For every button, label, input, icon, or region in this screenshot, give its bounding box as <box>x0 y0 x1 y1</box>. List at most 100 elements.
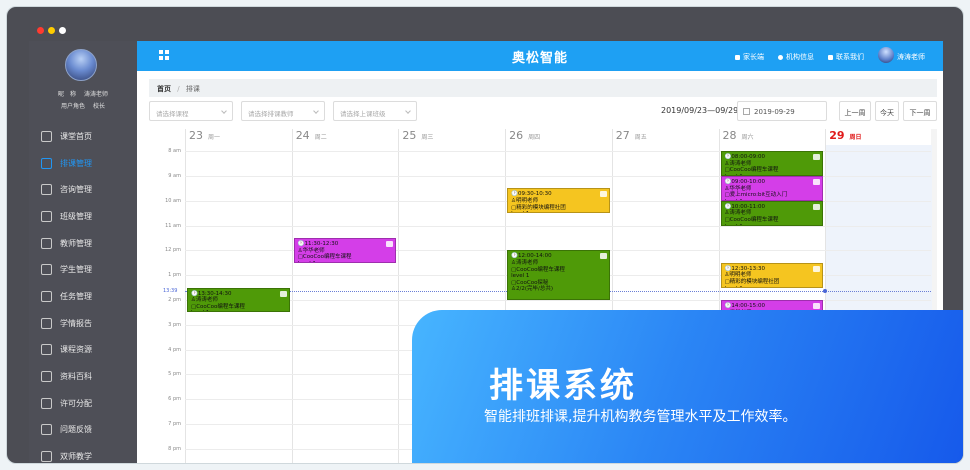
sidebar-item-8[interactable]: 课程资源 <box>29 337 137 364</box>
prev-week-button[interactable]: 上一周 <box>839 101 871 121</box>
course-event[interactable]: 🕑10:00-11:00♙涛涛老师▢CooCoo编程车课程level 1 <box>720 200 824 226</box>
parent-link-label: 家长端 <box>743 53 764 61</box>
user-menu[interactable]: 涛涛老师 <box>878 47 925 63</box>
course-event[interactable]: 🕑08:00-09:00♙涛涛老师▢CooCoo编程车课程level 1 <box>720 151 824 176</box>
sidebar-item-label: 问题反馈 <box>60 425 92 435</box>
sidebar-item-label: 学生管理 <box>60 265 92 275</box>
course-event[interactable]: 🕑12:30-13:30♙明明老师▢精彩的模块编程社团level 1 <box>720 262 824 288</box>
day-header: 29 周日 <box>825 129 932 145</box>
course-event[interactable]: 🕑12:00-14:00 ♙涛涛老师 ▢CooCoo编程车课程 level 1 ▢Coo… <box>507 250 610 300</box>
sidebar-item-label: 排课管理 <box>60 158 92 168</box>
event-line: level 1 <box>725 286 820 287</box>
parent-icon <box>735 54 740 60</box>
event-line: level 1 <box>511 211 606 212</box>
weekday-label: 周六 <box>741 134 754 141</box>
day-number: 28 <box>722 129 737 142</box>
sidebar-item-7[interactable]: 学情报告 <box>29 310 137 337</box>
next-week-button[interactable]: 下一周 <box>903 101 937 121</box>
org-info-link[interactable]: 机构信息 <box>778 52 814 62</box>
event-line: 🕑09:30-10:30 <box>511 191 552 198</box>
event-line: level 1 <box>298 261 393 262</box>
time-label: 5 pm <box>168 371 181 378</box>
breadcrumb-separator: / <box>177 85 180 93</box>
day-number: 26 <box>509 129 524 142</box>
user-avatar-small <box>878 47 894 63</box>
event-tag-icon <box>386 241 394 247</box>
promo-banner: 排课系统 智能排班排课,提升机构教务管理水平及工作效率。 <box>412 310 963 463</box>
sidebar-item-label: 课堂首页 <box>60 131 92 141</box>
time-label: 8 pm <box>168 445 181 452</box>
minimize-dot[interactable] <box>48 27 55 34</box>
event-line: ▢CooCoo编程车课程 <box>511 266 565 273</box>
event-line: 🕑08:00-09:00 <box>724 154 766 161</box>
user-avatar[interactable] <box>65 49 97 81</box>
day-header: 26 周四 <box>505 129 612 145</box>
day-number: 24 <box>295 129 310 142</box>
sidebar-item-4[interactable]: 教师管理 <box>29 230 137 257</box>
app-window: 昵 称 涛涛老师 用户角色 校长 课堂首页 排课管理 咨询管理 班级管理 教师管理 学生管理任… <box>6 6 964 464</box>
sidebar-nav: 课堂首页排课管理咨询管理 班级管理教师管理学生管理任务管理学情报告课程资源资料百科… <box>29 123 137 463</box>
promo-title: 排课系统 <box>489 366 637 406</box>
today-button[interactable]: 今天 <box>875 101 899 121</box>
contact-link[interactable]: 联系我们 <box>828 52 864 62</box>
phone-icon <box>828 54 833 60</box>
course-event[interactable]: 🕑13:30-14:30♙涛涛老师▢CooCoo编程车课程level 1 <box>187 287 290 313</box>
sidebar-item-9[interactable]: 资料百科 <box>29 363 137 390</box>
event-tag-icon <box>813 265 821 272</box>
current-time-label: 13:39 <box>163 288 178 295</box>
dual-teacher-icon <box>41 451 52 463</box>
time-label: 2 pm <box>168 297 181 303</box>
breadcrumb-home[interactable]: 首页 <box>157 85 171 93</box>
user-name-label: 涛涛老师 <box>897 53 925 61</box>
sidebar-item-label: 任务管理 <box>60 291 92 301</box>
resource-icon <box>41 344 52 356</box>
teacher-select[interactable]: 请选择排课教师 <box>241 101 325 121</box>
sidebar-item-label: 学情报告 <box>60 318 92 328</box>
sidebar-item-3[interactable]: 班级管理 <box>29 203 137 230</box>
week-range: 2019/09/23—09/29 <box>661 106 739 115</box>
weekday-label: 周二 <box>314 134 327 141</box>
event-line: ▢精彩的模块编程社团 <box>724 278 780 285</box>
time-label: 10 am <box>165 197 181 204</box>
sidebar-item-12[interactable]: 双师教学 <box>29 443 137 463</box>
sidebar-item-10[interactable]: 许可分配 <box>29 390 137 417</box>
event-tag-icon <box>599 191 607 198</box>
course-event[interactable]: 🕑09:00-10:00♙华华老师▢爱上micro:bit互动入门level 1 <box>720 176 824 201</box>
sidebar-item-5[interactable]: 学生管理 <box>29 256 137 283</box>
info-icon <box>778 54 783 60</box>
course-event[interactable]: 🕑09:30-10:30♙明明老师▢精彩的模块编程社团level 1 <box>507 188 610 214</box>
sidebar-item-1[interactable]: 排课管理 <box>29 150 137 177</box>
parent-link[interactable]: 家长端 <box>735 52 764 62</box>
event-tag-icon <box>813 203 821 210</box>
sidebar-item-2[interactable]: 咨询管理 <box>29 176 137 203</box>
event-line: 🕑14:00-15:00 <box>724 303 766 309</box>
course-event[interactable]: 🕑11:30-12:30♙华华老师▢CooCoo编程车课程level 1 <box>293 238 397 263</box>
event-line: ▢CooCoo编程车课程 <box>724 167 779 174</box>
report-icon <box>41 317 52 329</box>
day-header: 25 周三 <box>398 129 505 145</box>
time-label: 7 pm <box>168 421 181 427</box>
sidebar-item-11[interactable]: 问题反馈 <box>29 417 137 444</box>
sidebar-item-label: 资料百科 <box>60 372 92 382</box>
calendar-icon <box>41 157 52 169</box>
sidebar-item-6[interactable]: 任务管理 <box>29 283 137 310</box>
date-picker[interactable]: 2019-09-29 <box>737 101 827 121</box>
event-line: ▢CooCoo编程车课程 <box>724 216 779 223</box>
sidebar-item-label: 教师管理 <box>60 238 92 248</box>
close-dot[interactable] <box>37 27 44 34</box>
day-number: 27 <box>615 129 630 142</box>
sidebar-item-0[interactable]: 课堂首页 <box>29 123 137 150</box>
maximize-dot[interactable] <box>59 27 66 34</box>
nickname-value: 涛涛老师 <box>84 91 109 98</box>
event-line: ♙明明老师 <box>511 197 539 204</box>
day-column[interactable] <box>291 145 399 463</box>
course-select[interactable]: 请选择课程 <box>149 101 233 121</box>
time-label: 3 pm <box>168 321 181 328</box>
class-select[interactable]: 请选择上课班级 <box>333 101 417 121</box>
event-line: ♙2/2(完毕/总共) <box>511 286 554 293</box>
time-label: 12 pm <box>165 247 181 254</box>
promo-subtitle: 智能排班排课,提升机构教务管理水平及工作效率。 <box>484 409 797 425</box>
weekday-label: 周三 <box>421 134 434 141</box>
sidebar: 昵 称 涛涛老师 用户角色 校长 课堂首页 排课管理 咨询管理 班级管理 教师管理 学生管理任… <box>29 41 137 463</box>
time-label: 11 am <box>165 222 181 229</box>
